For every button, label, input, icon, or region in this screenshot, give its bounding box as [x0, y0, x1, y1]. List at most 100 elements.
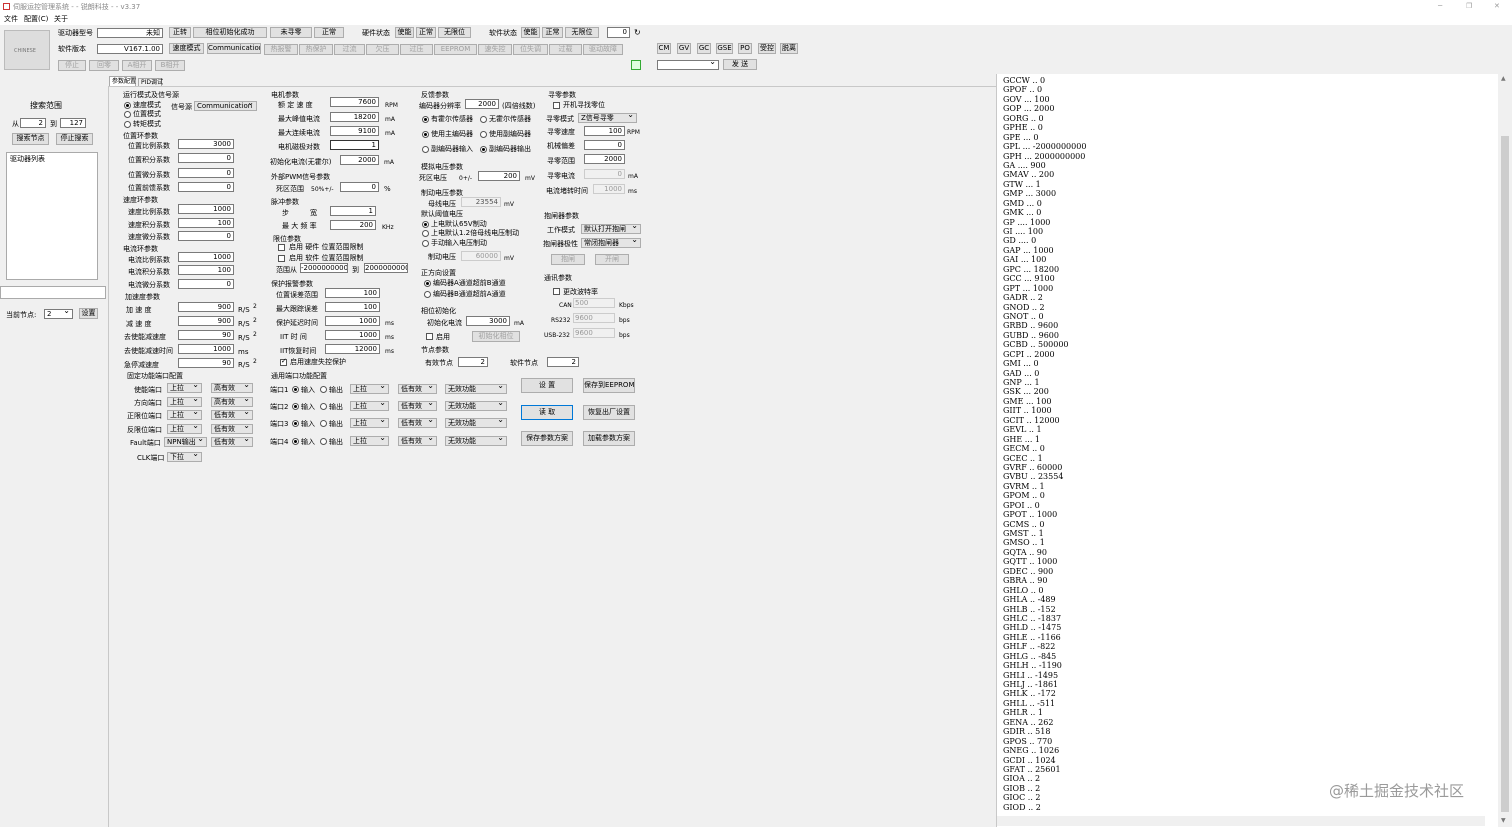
spd-d-input[interactable]: 0: [178, 231, 234, 241]
port1-func[interactable]: 无效功能: [445, 384, 507, 394]
port4-level[interactable]: 低有效: [398, 436, 437, 446]
port2-pull[interactable]: 上拉: [350, 401, 389, 411]
home-speed-input[interactable]: 100: [584, 126, 625, 136]
mech-offset-input[interactable]: 0: [584, 140, 625, 150]
brake-opt3-radio[interactable]: [422, 240, 429, 247]
console-scrollbar[interactable]: ▲ ▼: [1498, 74, 1512, 827]
holdbrake-pol-select[interactable]: 常闭抱闸器: [581, 238, 641, 248]
port4-out-radio[interactable]: [320, 438, 327, 445]
port3-func[interactable]: 无效功能: [445, 418, 507, 428]
pos-d-input[interactable]: 0: [178, 168, 234, 178]
search-nodes-button[interactable]: 搜索节点: [12, 133, 49, 145]
neg-limit-port-pull[interactable]: 上拉: [167, 424, 202, 434]
from-input[interactable]: 2: [20, 118, 46, 128]
home-button[interactable]: 回零: [89, 60, 119, 71]
cmd-cm[interactable]: CM: [657, 43, 671, 54]
port2-func[interactable]: 无效功能: [445, 401, 507, 411]
console-panel[interactable]: GCCW .. 0 GPOF .. 0 GOV ... 100 GOP ... 200…: [996, 74, 1512, 827]
home-range-input[interactable]: 2000: [584, 154, 625, 164]
speed-mode-button[interactable]: 速度模式: [169, 43, 204, 54]
port4-in-radio[interactable]: [292, 438, 299, 445]
forward-button[interactable]: 正转: [169, 27, 191, 38]
hw-enable[interactable]: 使能: [395, 27, 414, 38]
pos-limit-port-level[interactable]: 低有效: [211, 410, 253, 420]
cmd-po[interactable]: PO: [738, 43, 752, 54]
track-err-input[interactable]: 100: [325, 302, 380, 312]
maximize-button[interactable]: ❐: [1466, 2, 1472, 11]
home-mode-select[interactable]: Z信号寻零: [578, 113, 637, 123]
accel-input[interactable]: 900: [178, 302, 234, 312]
pulse-freq-input[interactable]: 200: [330, 220, 376, 230]
cur-p-input[interactable]: 1000: [178, 252, 234, 262]
pulse-step-input[interactable]: 1: [330, 206, 376, 216]
tab-param-config[interactable]: 参数配置: [109, 76, 136, 86]
cmd-release[interactable]: 脱离: [780, 43, 798, 54]
enable-port-level[interactable]: 高有效: [211, 383, 253, 393]
can-input[interactable]: 500: [573, 298, 615, 308]
brake-voltage-input[interactable]: 60000: [461, 251, 501, 261]
port4-func[interactable]: 无效功能: [445, 436, 507, 446]
phase-cur-input[interactable]: 3000: [466, 316, 510, 326]
pole-pairs-input[interactable]: 1: [330, 140, 379, 150]
sw-enable[interactable]: 使能: [521, 27, 540, 38]
menu-file[interactable]: 文件: [4, 15, 18, 24]
hall-radio[interactable]: [422, 116, 429, 123]
neg-limit-port-level[interactable]: 低有效: [211, 424, 253, 434]
stall-time-input[interactable]: 1000: [593, 184, 625, 194]
decel-input[interactable]: 900: [178, 316, 234, 326]
enable-port-pull[interactable]: 上拉: [167, 383, 202, 393]
init-phase-button[interactable]: 初始化相位: [472, 331, 520, 342]
protect-delay-input[interactable]: 1000: [325, 316, 380, 326]
hw-normal[interactable]: 正常: [416, 27, 436, 38]
minimize-button[interactable]: ─: [1438, 2, 1442, 11]
clk-port-pull[interactable]: 下拉: [167, 452, 202, 462]
brake-opt1-radio[interactable]: [422, 221, 429, 228]
phase-a-button[interactable]: A相开: [122, 60, 152, 71]
mode-speed-radio[interactable]: [124, 102, 131, 109]
signal-source-select[interactable]: Communication: [194, 101, 257, 111]
driver-list[interactable]: 驱动器列表: [6, 152, 98, 280]
rs232-input[interactable]: 9600: [573, 313, 615, 323]
port3-in-radio[interactable]: [292, 420, 299, 427]
iit-recover-input[interactable]: 12000: [325, 344, 380, 354]
cur-d-input[interactable]: 0: [178, 279, 234, 289]
sub-encoder-radio[interactable]: [480, 131, 487, 138]
change-baud-checkbox[interactable]: [553, 288, 560, 295]
phase-enable-checkbox[interactable]: [426, 333, 433, 340]
pos-ff-input[interactable]: 0: [178, 182, 234, 192]
dir-a-lead-radio[interactable]: [424, 280, 431, 287]
menu-about[interactable]: 关于: [54, 15, 68, 24]
peak-current-input[interactable]: 18200: [330, 112, 379, 122]
to-input[interactable]: 127: [60, 118, 86, 128]
status-normal[interactable]: 正常: [314, 27, 344, 38]
homing-status[interactable]: 未寻零: [270, 27, 312, 38]
port2-level[interactable]: 低有效: [398, 401, 437, 411]
port1-out-radio[interactable]: [320, 386, 327, 393]
cmd-gse[interactable]: GSE: [716, 43, 733, 54]
fault-port-level[interactable]: 低有效: [211, 437, 253, 447]
factory-reset-button[interactable]: 恢复出厂设置: [583, 405, 635, 420]
port2-out-radio[interactable]: [320, 403, 327, 410]
speed-protect-checkbox[interactable]: [280, 357, 287, 366]
pos-p-input[interactable]: 3000: [178, 139, 234, 149]
range-to-input[interactable]: 2000000000: [364, 263, 408, 273]
port4-pull[interactable]: 上拉: [350, 436, 389, 446]
refresh-icon[interactable]: ↻: [634, 28, 641, 37]
sw-normal[interactable]: 正常: [542, 27, 563, 38]
port1-pull[interactable]: 上拉: [350, 384, 389, 394]
set-node-button[interactable]: 设置: [79, 308, 98, 319]
holdbrake-mode-select[interactable]: 默认打开抱闸: [581, 224, 641, 234]
sw-limit-checkbox[interactable]: [278, 255, 285, 262]
spd-p-input[interactable]: 1000: [178, 204, 234, 214]
sw-nolimit[interactable]: 无限位: [565, 27, 599, 38]
set-button[interactable]: 设 置: [521, 378, 573, 393]
stop-button[interactable]: 停止: [58, 60, 86, 71]
port2-in-radio[interactable]: [292, 403, 299, 410]
mode-torque-radio[interactable]: [124, 121, 131, 128]
cmd-gc[interactable]: GC: [697, 43, 711, 54]
cmd-gv[interactable]: GV: [677, 43, 691, 54]
valid-node-input[interactable]: 2: [458, 357, 488, 367]
estop-decel-input[interactable]: 90: [178, 358, 234, 368]
pwm-dead-input[interactable]: 0: [340, 182, 379, 192]
hw-limit-checkbox[interactable]: [278, 244, 285, 251]
